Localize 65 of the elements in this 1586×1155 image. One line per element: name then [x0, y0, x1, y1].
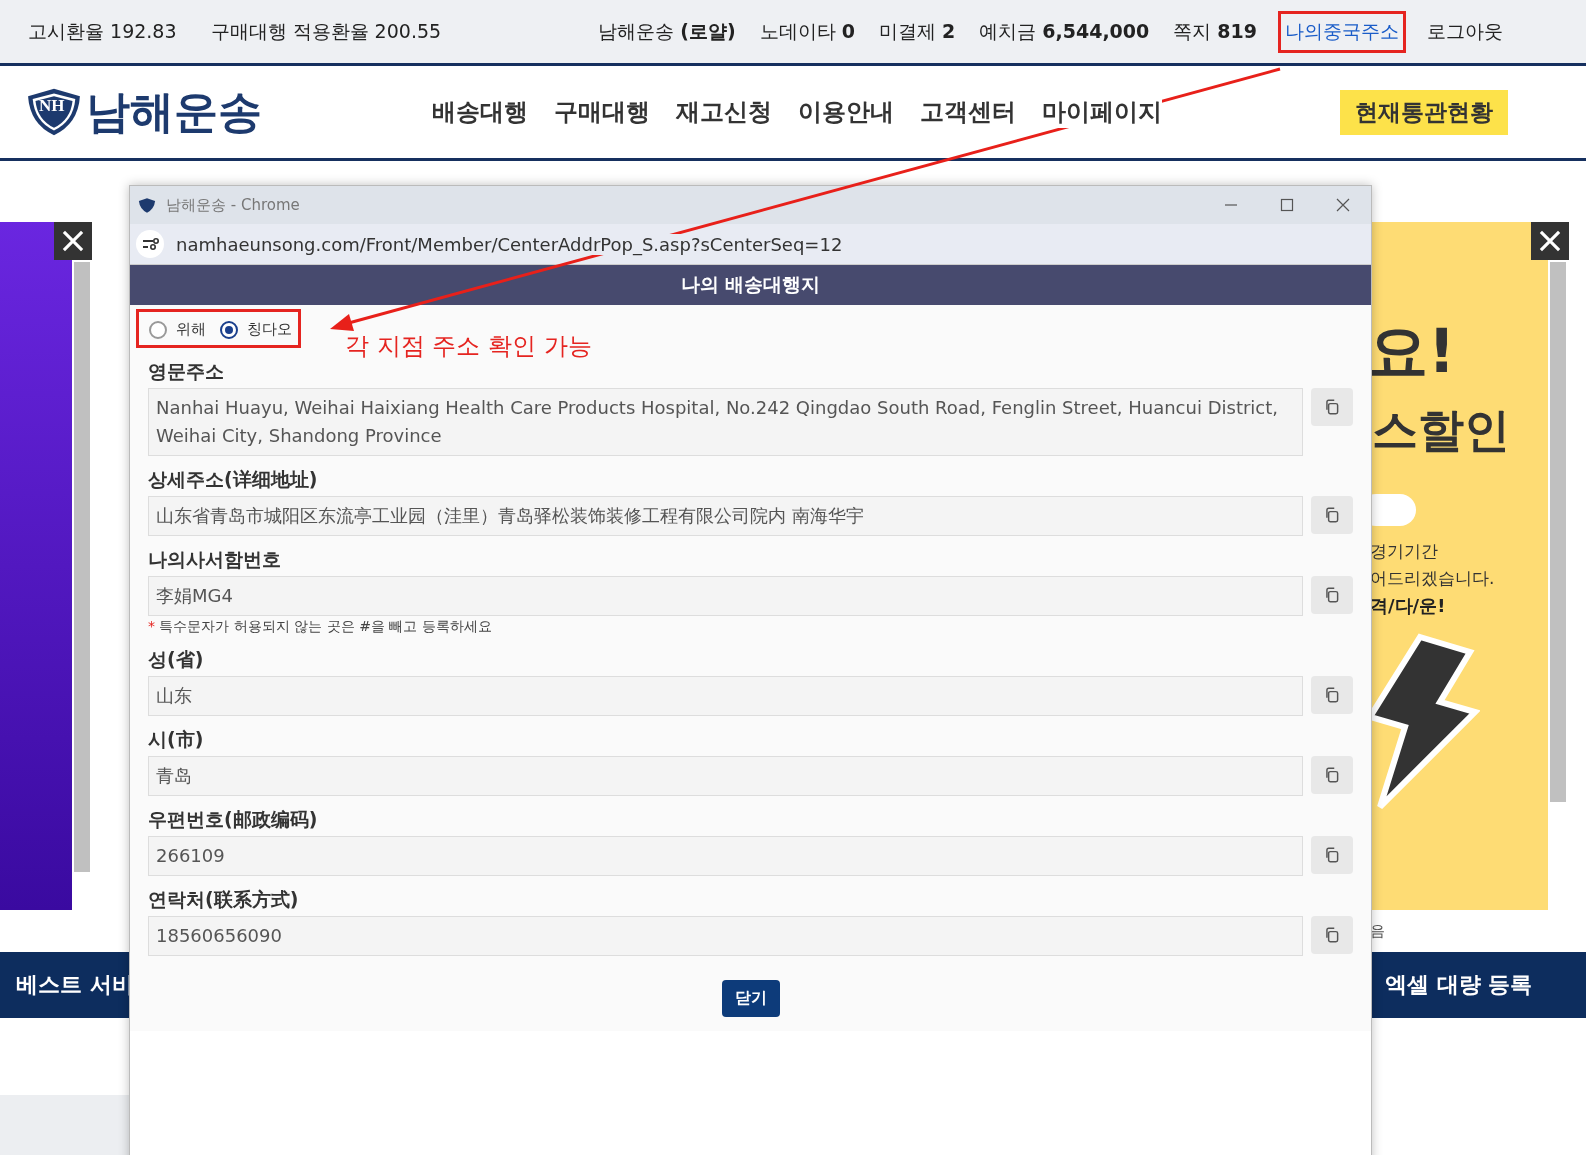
- copy-icon: [1323, 846, 1341, 864]
- field-label: 시(市): [148, 727, 205, 752]
- field-label: 우편번호(邮政编码): [148, 807, 319, 832]
- banner-headline: 요!: [1370, 315, 1456, 388]
- copy-button[interactable]: [1311, 496, 1353, 534]
- copy-button[interactable]: [1311, 756, 1353, 794]
- copy-icon: [1323, 398, 1341, 416]
- address-field[interactable]: Nanhai Huayu, Weihai Haixiang Health Care Products Hospital, No.242 Qingdao South Road, Fenglin Street, Huancui District, Weihai City, Shandong Province: [148, 388, 1303, 456]
- address-field[interactable]: 266109: [148, 836, 1303, 876]
- account-info-text: 노데이타 0: [758, 18, 856, 44]
- copy-icon: [1323, 506, 1341, 524]
- china-address-link[interactable]: 나의중국주소: [1278, 10, 1406, 53]
- account-info-text: 예치금 6,544,000: [978, 18, 1151, 44]
- nav-menu-item[interactable]: 마이페이지: [1042, 96, 1162, 128]
- copy-icon: [1323, 926, 1341, 944]
- shield-logo-icon: [138, 196, 156, 214]
- close-icon: [1537, 228, 1563, 254]
- service-bar-text: 엑셀 대량 등록: [1385, 971, 1533, 999]
- account-info-text: 미결제 2: [877, 18, 957, 44]
- customs-status-button[interactable]: 현재통관현황: [1340, 89, 1508, 135]
- field-hint: * 특수문자가 허용되지 않는 곳은 #을 빼고 등록하세요: [148, 618, 493, 636]
- copy-button[interactable]: [1311, 836, 1353, 874]
- address-field[interactable]: 18560656090: [148, 916, 1303, 956]
- address-field[interactable]: 青岛: [148, 756, 1303, 796]
- site-settings-icon[interactable]: [136, 230, 164, 258]
- copy-icon: [1323, 686, 1341, 704]
- field-label: 상세주소(详细地址): [148, 467, 319, 492]
- banner-headline: 스할인: [1372, 402, 1510, 459]
- exchange-rate-text: 고시환율 192.83: [27, 18, 178, 44]
- annotation-text: 각 지점 주소 확인 가능: [345, 331, 592, 362]
- copy-button[interactable]: [1311, 916, 1353, 954]
- logo-text[interactable]: 남해운송: [86, 82, 262, 142]
- popup-title: 나의 배송대행지: [680, 272, 821, 297]
- exchange-rate-text: 구매대행 적용환율 200.55: [209, 18, 443, 44]
- field-label: 성(省): [148, 647, 205, 672]
- account-info-text: 쪽지 819: [1172, 18, 1258, 44]
- branch-radio[interactable]: 위해: [149, 320, 206, 339]
- copy-button[interactable]: [1311, 576, 1353, 614]
- banner-text: 어드리겠습니다.: [1370, 567, 1495, 590]
- address-field[interactable]: 山东: [148, 676, 1303, 716]
- close-button[interactable]: 닫기: [721, 980, 780, 1017]
- copy-icon: [1323, 766, 1341, 784]
- banner-caption: 음: [1370, 922, 1385, 941]
- maximize-icon[interactable]: [1279, 197, 1295, 213]
- url-text[interactable]: namhaeunsong.com/Front/Member/CenterAddrPop_S.asp?sCenterSeq=12: [176, 233, 843, 255]
- field-label: 영문주소: [148, 359, 225, 384]
- close-icon: [60, 228, 86, 254]
- logo-monogram: NH: [39, 95, 65, 116]
- branch-radio[interactable]: 칭다오: [220, 320, 292, 339]
- close-button[interactable]: [1531, 222, 1569, 260]
- shield-logo-icon: [26, 87, 82, 137]
- copy-button[interactable]: [1311, 388, 1353, 426]
- banner-text: 격/다/운!: [1370, 594, 1446, 618]
- field-label: 연락처(联系方式): [148, 887, 300, 912]
- banner-text: 경기기간: [1370, 540, 1438, 563]
- address-field[interactable]: 李娟MG4: [148, 576, 1303, 616]
- account-info-text: 남해운송 (로얄): [597, 18, 737, 44]
- close-icon[interactable]: [1335, 197, 1351, 213]
- copy-icon: [1323, 586, 1341, 604]
- field-label: 나의사서함번호: [148, 547, 282, 572]
- window-title: 남해운송 - Chrome: [166, 195, 300, 215]
- address-field[interactable]: 山东省青岛市城阳区东流亭工业园（洼里）青岛驿松装饰装修工程有限公司院内 南海华宇: [148, 496, 1303, 536]
- copy-button[interactable]: [1311, 676, 1353, 714]
- logout-link[interactable]: 로그아웃: [1424, 15, 1506, 48]
- close-button[interactable]: [54, 222, 92, 260]
